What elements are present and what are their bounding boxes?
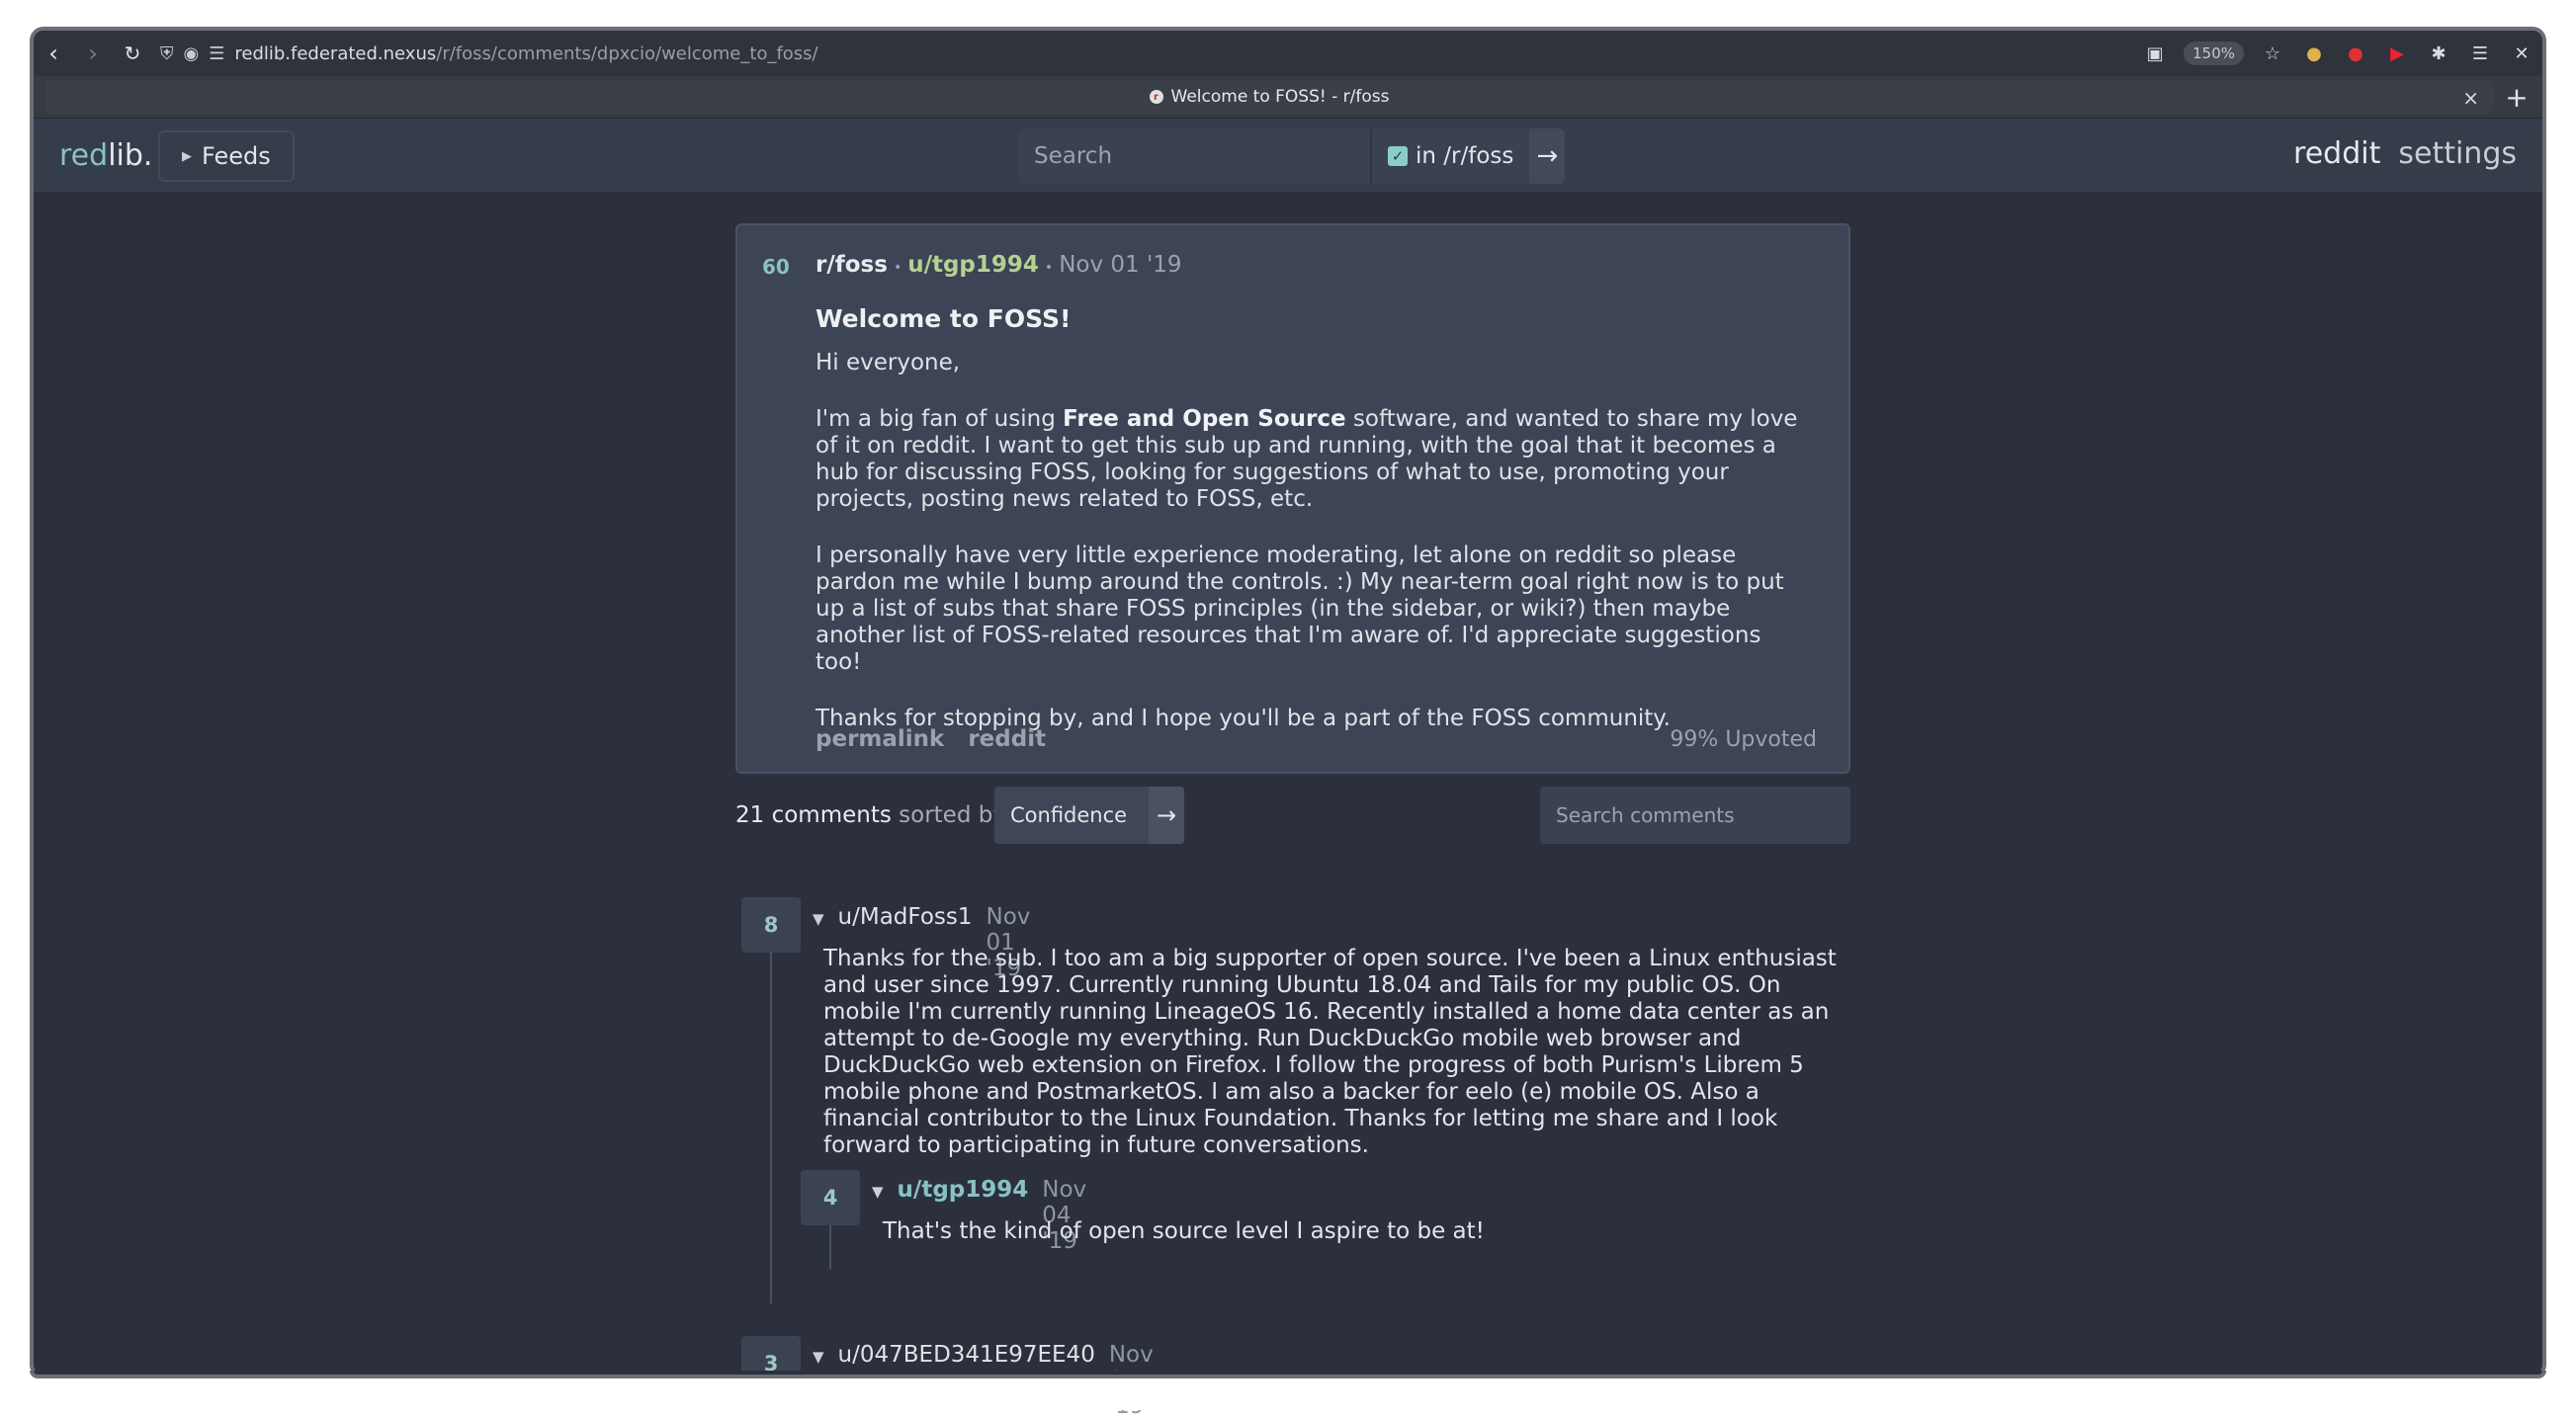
reddit-link[interactable]: reddit — [968, 726, 1046, 752]
window-bottom-mask — [0, 1375, 2576, 1410]
zoom-indicator[interactable]: 150% — [2184, 42, 2244, 65]
subreddit-link[interactable]: r/foss — [816, 252, 888, 278]
comments-toolbar: 21 comments sorted by Confidence → — [735, 787, 1850, 844]
url-text[interactable]: redlib.federated.nexus/r/foss/comments/d… — [234, 43, 817, 64]
feeds-button[interactable]: ▶ Feeds — [158, 130, 295, 182]
extensions-puzzle-icon[interactable]: ✱ — [2426, 41, 2451, 66]
extension-1-icon[interactable]: ● — [2301, 41, 2327, 66]
logo-red: red — [59, 138, 109, 173]
post-author-link[interactable]: u/tgp1994 — [907, 252, 1039, 278]
permalink-link[interactable]: permalink — [816, 726, 944, 752]
reader-view-icon[interactable]: ▣ — [2142, 41, 2168, 66]
text-span: I'm a big fan of using — [816, 406, 1064, 432]
collapse-triangle-icon[interactable]: ▼ — [813, 1348, 824, 1366]
settings-link[interactable]: settings — [2398, 136, 2517, 171]
separator-dot: • — [893, 260, 902, 276]
expand-triangle-icon: ▶ — [182, 148, 192, 164]
comment-author-link[interactable]: u/MadFoss1 — [838, 904, 973, 930]
sort-submit-arrow-icon[interactable]: → — [1149, 787, 1184, 844]
post-date: Nov 01 '19 — [1059, 252, 1182, 278]
back-icon[interactable]: ‹ — [34, 34, 73, 73]
comment-score: 4 — [801, 1170, 860, 1225]
window-bottom-border — [30, 1371, 2546, 1378]
url-host: redlib.federated.nexus — [234, 42, 437, 64]
favicon-icon: r — [1149, 90, 1163, 104]
address-bar[interactable]: ⛨ ◉ ☰ redlib.federated.nexus/r/foss/comm… — [160, 43, 818, 64]
forward-icon[interactable]: › — [73, 34, 113, 73]
comment-body: Thanks for the sub. I too am a big suppo… — [823, 946, 1837, 1158]
permissions-icon[interactable]: ☰ — [209, 43, 224, 64]
search-form: ✓ in /r/foss → — [1018, 128, 1566, 184]
comment-search-input[interactable] — [1540, 787, 1850, 844]
feeds-label: Feeds — [202, 142, 271, 170]
checkbox-checked-icon[interactable]: ✓ — [1388, 146, 1408, 166]
redlib-logo[interactable]: redlib. — [59, 138, 152, 173]
post-paragraph: I'm a big fan of using Free and Open Sou… — [816, 406, 1814, 513]
url-path: /r/foss/comments/dpxcio/welcome_to_foss/ — [436, 42, 818, 64]
logo-lib: lib. — [108, 138, 153, 173]
comment-author-link[interactable]: u/047BED341E97EE40 — [838, 1342, 1095, 1368]
extension-3-icon[interactable]: ▶ — [2384, 41, 2410, 66]
restrict-sub-toggle[interactable]: ✓ in /r/foss — [1370, 128, 1530, 184]
sort-select[interactable]: Confidence — [994, 787, 1149, 844]
lock-icon: ◉ — [183, 42, 200, 64]
post-paragraph: Hi everyone, — [816, 350, 961, 376]
toolbar-right: ▣ 150% ☆ ● ● ▶ ✱ ☰ ✕ — [2142, 31, 2534, 76]
bold-text: Free and Open Source — [1063, 406, 1346, 432]
post-footer: permalink reddit — [816, 726, 1046, 752]
tab-active[interactable]: r Welcome to FOSS! - r/foss × — [45, 80, 2493, 114]
shield-icon: ⛨ — [160, 42, 174, 64]
separator-dot: • — [1044, 260, 1054, 276]
comment-thread-line[interactable] — [770, 953, 772, 1303]
post-score: 60 — [762, 255, 790, 279]
bookmark-star-icon[interactable]: ☆ — [2260, 41, 2285, 66]
reload-icon[interactable]: ↻ — [113, 34, 152, 73]
restrict-label: in /r/foss — [1416, 143, 1514, 169]
upvote-ratio: 99% Upvoted — [1670, 727, 1817, 752]
post-title[interactable]: Welcome to FOSS! — [816, 304, 1071, 333]
search-submit-arrow-icon[interactable]: → — [1529, 128, 1566, 184]
comment-score: 8 — [741, 897, 801, 953]
menu-icon[interactable]: ☰ — [2467, 41, 2493, 66]
post-meta: r/foss • u/tgp1994 • Nov 01 '19 — [816, 252, 1182, 278]
comment-author-link[interactable]: u/tgp1994 — [898, 1177, 1029, 1203]
extension-2-icon[interactable]: ● — [2343, 41, 2368, 66]
post: 60 r/foss • u/tgp1994 • Nov 01 '19 Welco… — [735, 223, 1850, 774]
comment-thread-line[interactable] — [829, 1225, 831, 1269]
tab-title: Welcome to FOSS! - r/foss — [1170, 87, 1390, 107]
close-window-icon[interactable]: ✕ — [2509, 41, 2534, 66]
post-body: Hi everyone, I'm a big fan of using Free… — [816, 350, 1814, 762]
comment-count-value: 21 comments — [735, 802, 892, 828]
site-header: redlib. ▶ Feeds ✓ in /r/foss → reddit se… — [34, 119, 2542, 192]
comment-body: That's the kind of open source level I a… — [883, 1218, 1485, 1244]
sorted-by-label: sorted by — [899, 802, 1006, 828]
search-input[interactable] — [1018, 128, 1370, 184]
reddit-link[interactable]: reddit — [2293, 136, 2380, 171]
tab-close-icon[interactable]: × — [2462, 86, 2479, 110]
collapse-triangle-icon[interactable]: ▼ — [872, 1183, 884, 1201]
header-links: reddit settings — [2293, 136, 2517, 171]
browser-toolbar: ‹ › ↻ ⛨ ◉ ☰ redlib.federated.nexus/r/fos… — [34, 31, 2542, 76]
comments-count: 21 comments sorted by — [735, 802, 1006, 828]
tab-bar: r Welcome to FOSS! - r/foss × + — [34, 76, 2542, 119]
post-paragraph: I personally have very little experience… — [816, 543, 1784, 675]
collapse-triangle-icon[interactable]: ▼ — [813, 910, 824, 928]
new-tab-icon[interactable]: + — [2501, 80, 2533, 114]
